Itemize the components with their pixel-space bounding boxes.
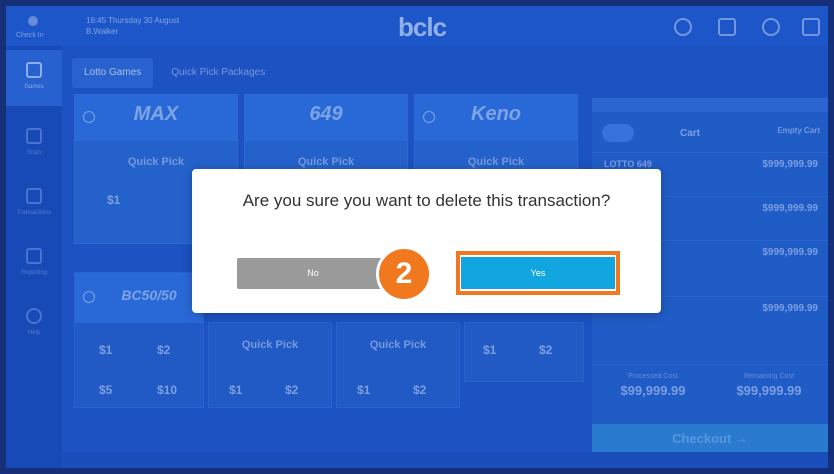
yes-button[interactable]: Yes <box>461 257 615 289</box>
dialog-message: Are you sure you want to delete this tra… <box>242 191 611 210</box>
step-number-badge: 2 <box>376 246 432 302</box>
confirm-delete-dialog: Are you sure you want to delete this tra… <box>192 169 661 313</box>
no-button[interactable]: No <box>237 258 389 289</box>
